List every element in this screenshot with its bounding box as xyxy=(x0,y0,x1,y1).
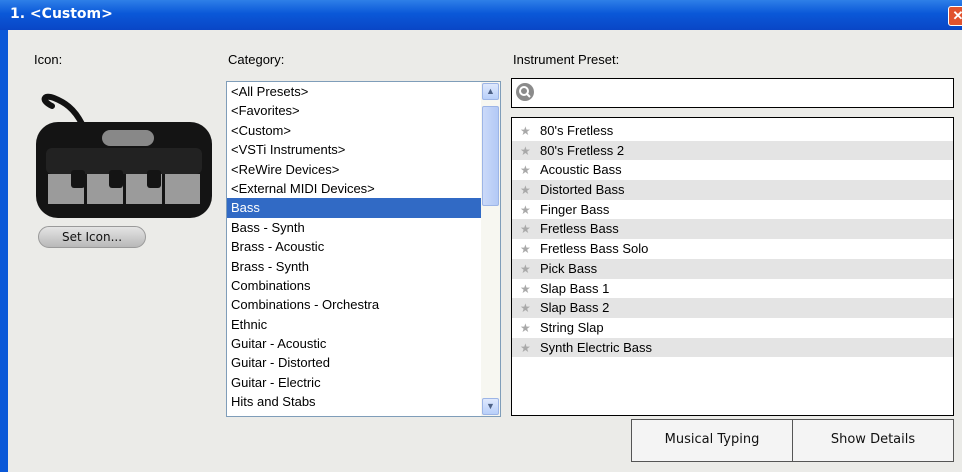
preset-item[interactable]: ★ Fretless Bass xyxy=(512,219,953,240)
preset-label: Instrument Preset: xyxy=(513,52,620,67)
star-icon[interactable]: ★ xyxy=(520,142,532,161)
category-item[interactable]: Guitar - Acoustic xyxy=(227,334,500,353)
preset-label: Slap Bass 1 xyxy=(540,280,610,296)
star-icon[interactable]: ★ xyxy=(520,299,532,318)
preset-item[interactable]: ★ String Slap xyxy=(512,318,953,338)
preset-label: Acoustic Bass xyxy=(540,162,622,178)
star-icon[interactable]: ★ xyxy=(520,122,532,141)
preset-list[interactable]: ★ 80's Fretless ★ 80's Fretless 2 ★ Acoustic … xyxy=(511,117,954,416)
category-item[interactable]: <Favorites> xyxy=(227,101,500,120)
star-icon[interactable]: ★ xyxy=(520,260,532,279)
preset-item[interactable]: ★ Finger Bass xyxy=(512,200,953,220)
category-item[interactable]: <All Presets> xyxy=(227,82,500,101)
category-label: Category: xyxy=(228,52,285,67)
category-item[interactable]: Guitar - Distorted xyxy=(227,353,500,372)
preset-label: Pick Bass xyxy=(540,260,598,276)
category-list[interactable]: <All Presets> <Favorites> <Custom> <VSTi In… xyxy=(226,81,501,417)
category-item[interactable]: Bass xyxy=(227,198,500,218)
preset-item[interactable]: ★ 80's Fretless xyxy=(512,121,953,141)
scroll-up-icon[interactable]: ▲ xyxy=(482,83,499,100)
preset-label: Fretless Bass Solo xyxy=(540,241,649,257)
category-item[interactable]: Brass - Synth xyxy=(227,257,500,276)
category-item[interactable]: <VSTi Instruments> xyxy=(227,140,500,159)
star-icon[interactable]: ★ xyxy=(520,319,532,338)
star-icon[interactable]: ★ xyxy=(520,280,532,299)
category-scrollbar[interactable]: ▲ ▼ xyxy=(481,82,500,416)
preset-item[interactable]: ★ Acoustic Bass xyxy=(512,160,953,180)
category-item[interactable]: Bass - Synth xyxy=(227,218,500,237)
set-icon-button[interactable]: Set Icon... xyxy=(38,226,146,248)
category-item[interactable]: Brass - Acoustic xyxy=(227,237,500,256)
preset-label: 80's Fretless 2 xyxy=(540,142,625,158)
star-icon[interactable]: ★ xyxy=(520,339,532,358)
star-icon[interactable]: ★ xyxy=(520,201,532,220)
preset-label: 80's Fretless xyxy=(540,123,614,138)
preset-item[interactable]: ★ Synth Electric Bass xyxy=(512,337,953,358)
musical-typing-button[interactable]: Musical Typing xyxy=(631,419,793,462)
icon-label: Icon: xyxy=(34,52,63,67)
preset-label: String Slap xyxy=(540,319,604,335)
category-item[interactable]: Hits and Stabs xyxy=(227,392,500,411)
star-icon[interactable]: ★ xyxy=(520,220,532,239)
preset-item[interactable]: ★ Slap Bass 2 xyxy=(512,298,953,318)
scroll-down-icon[interactable]: ▼ xyxy=(482,398,499,415)
preset-label: Distorted Bass xyxy=(540,182,625,198)
preset-item[interactable]: ★ 80's Fretless 2 xyxy=(512,140,953,161)
preset-label: Synth Electric Bass xyxy=(540,339,652,355)
category-item[interactable]: <Custom> xyxy=(227,121,500,140)
search-icon xyxy=(516,83,534,101)
preset-item[interactable]: ★ Slap Bass 1 xyxy=(512,279,953,299)
category-item[interactable]: Combinations xyxy=(227,276,500,295)
close-icon[interactable]: ✕ xyxy=(948,6,962,26)
preset-item[interactable]: ★ Fretless Bass Solo xyxy=(512,239,953,259)
category-item[interactable]: Combinations - Orchestra xyxy=(227,295,500,314)
preset-item[interactable]: ★ Distorted Bass xyxy=(512,180,953,200)
category-item[interactable]: Guitar - Electric xyxy=(227,373,500,392)
category-item[interactable]: Ethnic xyxy=(227,315,500,334)
title-bar: 1. <Custom> ✕ xyxy=(0,0,962,30)
preset-label: Slap Bass 2 xyxy=(540,300,610,316)
preset-label: Finger Bass xyxy=(540,201,610,217)
preset-label: Fretless Bass xyxy=(540,221,619,237)
scroll-thumb[interactable] xyxy=(482,106,499,206)
star-icon[interactable]: ★ xyxy=(520,181,532,200)
star-icon[interactable]: ★ xyxy=(520,240,532,259)
window-title: 1. <Custom> xyxy=(10,6,113,22)
preset-item[interactable]: ★ Pick Bass xyxy=(512,258,953,279)
category-item[interactable]: <ReWire Devices> xyxy=(227,160,500,179)
star-icon[interactable]: ★ xyxy=(520,161,532,180)
show-details-button[interactable]: Show Details xyxy=(792,419,954,462)
category-item[interactable]: <External MIDI Devices> xyxy=(227,179,500,198)
search-input[interactable] xyxy=(511,78,954,108)
keyboard-icon xyxy=(34,86,214,220)
